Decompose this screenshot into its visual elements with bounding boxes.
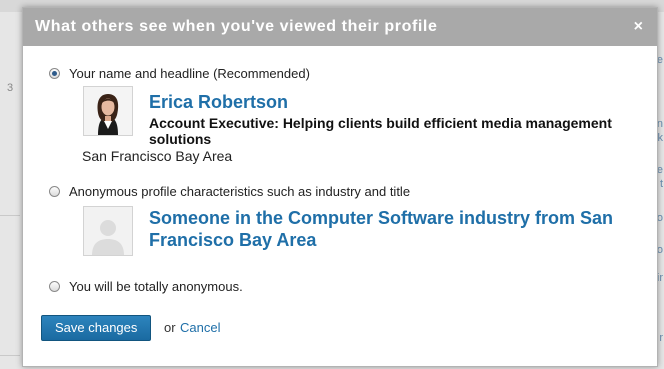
silhouette-icon [83,206,133,256]
anonymous-characteristics-link[interactable]: Someone in the Computer Software industr… [149,207,619,251]
backdrop-divider [0,355,20,356]
or-text: or [164,320,176,335]
close-icon[interactable]: × [634,19,643,35]
option-label: You will be totally anonymous. [69,279,243,294]
profile-photo [83,86,133,136]
option-label: Your name and headline (Recommended) [69,66,310,81]
backdrop-fragment: r [659,332,663,344]
profile-location: San Francisco Bay Area [82,148,233,164]
option-label: Anonymous profile characteristics such a… [69,184,411,199]
backdrop-divider [0,215,20,216]
dialog-header: What others see when you've viewed their… [23,8,657,46]
radio-name-and-headline[interactable] [49,68,60,79]
backdrop-text: 3 [7,82,14,94]
backdrop-fragment: t [659,178,663,190]
radio-totally-anonymous[interactable] [49,281,60,292]
profile-name-link[interactable]: Erica Robertson [149,92,288,113]
save-changes-button[interactable]: Save changes [41,315,152,341]
profile-headline: Account Executive: Helping clients build… [149,115,612,147]
cancel-link[interactable]: Cancel [180,320,220,335]
profile-visibility-dialog: What others see when you've viewed their… [22,7,658,367]
dialog-title: What others see when you've viewed their… [35,18,438,35]
radio-anonymous-characteristics[interactable] [49,186,60,197]
